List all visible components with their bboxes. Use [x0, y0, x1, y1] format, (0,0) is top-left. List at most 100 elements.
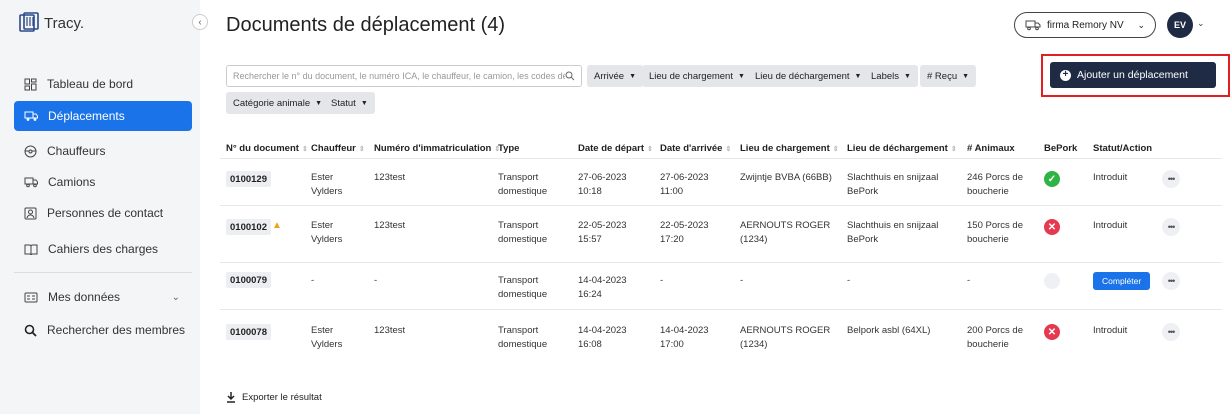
loading-cell: AERNOUTS ROGER (1234) — [740, 325, 831, 350]
search-input[interactable]: Rechercher le n° du document, le numéro … — [226, 65, 582, 87]
chevron-left-icon: ‹ — [198, 16, 202, 28]
sidebar-divider — [14, 272, 192, 273]
filter-labels[interactable]: Labels ▼ — [864, 65, 918, 87]
plate-cell: 123test — [374, 325, 406, 336]
company-name: firma Remory NV — [1047, 19, 1124, 31]
column-header-type[interactable]: Type — [498, 143, 519, 154]
app: Tracy. Tableau de bord Déplacements Chau… — [0, 0, 1230, 414]
logo[interactable]: Tracy. — [18, 12, 84, 34]
sidebar-item-rechercher-membres[interactable]: Rechercher des membres — [14, 315, 192, 345]
sort-icon: ⇕ — [358, 145, 365, 153]
search-icon — [24, 324, 37, 337]
dashboard-icon — [24, 78, 37, 90]
filter-label: Arrivée — [594, 70, 625, 82]
caret-down-icon: ▼ — [360, 99, 368, 107]
unloading-cell: - — [847, 275, 851, 286]
driver-cell: - — [311, 275, 315, 286]
filter-label: Statut — [331, 97, 356, 109]
column-header-date-arrivee[interactable]: Date d'arrivée ⇕ — [660, 143, 731, 154]
sidebar-item-cahiers[interactable]: Cahiers des charges — [14, 234, 192, 264]
status-cell: Introduit — [1093, 172, 1128, 183]
filter-label: Labels — [871, 70, 899, 82]
sidebar-item-dashboard[interactable]: Tableau de bord — [14, 69, 192, 99]
depart-cell: 27-06-2023 10:18 — [578, 172, 627, 197]
sidebar-item-label: Tableau de bord — [47, 77, 134, 91]
column-header-statut[interactable]: Statut/Action — [1093, 143, 1152, 154]
truck-outline-icon — [1025, 20, 1041, 31]
plate-cell: 123test — [374, 172, 406, 183]
document-number[interactable]: 0100078 — [226, 324, 271, 340]
filter-recu[interactable]: # Reçu ▼ — [920, 65, 977, 87]
chevron-down-icon[interactable]: ⌄ — [1197, 18, 1205, 29]
loading-cell: AERNOUTS ROGER (1234) — [740, 220, 831, 245]
column-header-lieu-dechargement[interactable]: Lieu de déchargement ⇕ — [847, 143, 957, 154]
type-cell: Transport domestique — [498, 325, 548, 350]
company-selector[interactable]: firma Remory NV ⌄ — [1014, 12, 1156, 38]
table-divider — [220, 262, 1222, 263]
caret-down-icon: ▼ — [854, 72, 862, 80]
sidebar-item-label: Chauffeurs — [47, 144, 106, 158]
table-divider — [220, 205, 1222, 206]
type-cell: Transport domestique — [498, 220, 548, 245]
sidebar-item-chauffeurs[interactable]: Chauffeurs — [14, 136, 192, 166]
column-header-document[interactable]: N° du document ⇕ — [226, 143, 308, 154]
column-header-date-depart[interactable]: Date de départ ⇕ — [578, 143, 653, 154]
sidebar: Tracy. Tableau de bord Déplacements Chau… — [0, 0, 200, 414]
document-number[interactable]: 0100102 — [226, 219, 271, 235]
arrival-cell: 22-05-2023 17:20 — [660, 220, 709, 245]
column-header-animaux[interactable]: # Animaux — [967, 143, 1015, 154]
plus-icon: + — [1060, 69, 1071, 81]
empty-status-icon — [1044, 273, 1060, 289]
sidebar-item-mes-donnees[interactable]: Mes données ⌄ — [14, 282, 192, 312]
sidebar-item-label: Personnes de contact — [47, 206, 164, 220]
sidebar-item-label: Rechercher des membres — [47, 323, 186, 337]
column-header-bepork[interactable]: BePork — [1044, 143, 1077, 154]
driver-cell: Ester Vylders — [311, 172, 343, 197]
column-label: # Animaux — [967, 143, 1015, 154]
more-actions-button[interactable]: ••• — [1162, 170, 1180, 188]
collapse-sidebar-button[interactable]: ‹ — [192, 14, 208, 30]
sidebar-item-camions[interactable]: Camions — [14, 167, 192, 197]
truck-outline-icon — [24, 177, 38, 188]
filter-label: Lieu de chargement — [649, 70, 733, 82]
sidebar-item-personnes-contact[interactable]: Personnes de contact — [14, 198, 192, 228]
more-actions-button[interactable]: ••• — [1162, 323, 1180, 341]
column-label: Statut/Action — [1093, 143, 1153, 154]
filter-categorie-animale[interactable]: Catégorie animale ▼ — [226, 92, 330, 114]
filter-label: Lieu de déchargement — [755, 70, 850, 82]
page-title: Documents de déplacement (4) — [226, 14, 506, 36]
status-cell: Introduit — [1093, 325, 1128, 336]
sidebar-item-deplacements[interactable]: Déplacements — [14, 101, 192, 131]
book-icon — [24, 244, 38, 255]
filter-arrivee[interactable]: Arrivée ▼ — [587, 65, 644, 87]
column-header-immatriculation[interactable]: Numéro d'immatriculation ⇕ — [374, 143, 500, 154]
sort-icon: ⇕ — [647, 145, 653, 153]
add-deplacement-button[interactable]: + Ajouter un déplacement — [1050, 62, 1216, 88]
table-divider — [220, 309, 1222, 310]
document-number[interactable]: 0100079 — [226, 272, 271, 288]
filter-lieu-chargement[interactable]: Lieu de chargement ▼ — [642, 65, 752, 87]
document-number[interactable]: 0100129 — [226, 171, 271, 187]
add-button-label: Ajouter un déplacement — [1077, 69, 1188, 81]
more-actions-button[interactable]: ••• — [1162, 272, 1180, 290]
complete-button[interactable]: Compléter — [1093, 272, 1151, 290]
sort-icon: ⇕ — [725, 145, 732, 153]
depart-cell: 14-04-2023 16:24 — [578, 275, 627, 300]
export-link[interactable]: Exporter le résultat — [226, 392, 322, 403]
contact-icon — [24, 207, 37, 219]
column-label: Chauffeur — [311, 143, 356, 154]
column-label: Lieu de chargement — [740, 143, 830, 154]
filter-statut[interactable]: Statut ▼ — [324, 92, 375, 114]
column-label: Type — [498, 143, 520, 154]
x-circle-icon: ✕ — [1044, 219, 1060, 235]
column-label: BePork — [1044, 143, 1078, 154]
more-actions-button[interactable]: ••• — [1162, 218, 1180, 236]
export-label: Exporter le résultat — [242, 392, 322, 403]
sort-icon: ⇕ — [950, 145, 957, 153]
filter-lieu-dechargement[interactable]: Lieu de déchargement ▼ — [748, 65, 869, 87]
tracy-logo-icon — [19, 12, 39, 32]
avatar[interactable]: EV — [1167, 12, 1193, 38]
column-header-lieu-chargement[interactable]: Lieu de chargement ⇕ — [740, 143, 839, 154]
column-header-chauffeur[interactable]: Chauffeur ⇕ — [311, 143, 365, 154]
column-label: N° du document — [226, 143, 299, 154]
